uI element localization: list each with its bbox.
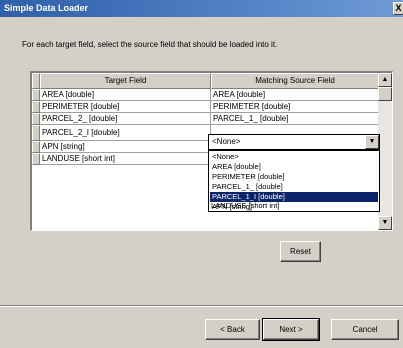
window-title: Simple Data Loader [4, 3, 89, 13]
row-selector[interactable] [32, 113, 40, 125]
scroll-thumb[interactable] [378, 87, 392, 101]
cancel-button[interactable]: Cancel [331, 319, 399, 340]
dropdown-option[interactable]: PERIMETER [double] [210, 172, 378, 182]
triangle-up-icon: ▲ [381, 76, 389, 83]
header-corner [32, 73, 40, 89]
dropdown-option[interactable]: PARCEL_1_ [double] [210, 182, 378, 192]
row-selector[interactable] [32, 89, 40, 101]
scroll-down-button[interactable]: ▼ [378, 216, 392, 230]
target-field-cell[interactable]: PERIMETER [double] [40, 101, 211, 113]
dropdown-option[interactable]: <None> [210, 152, 378, 162]
target-field-cell[interactable]: APN [string] [40, 141, 211, 153]
row-selector[interactable] [32, 125, 40, 141]
row-selector[interactable] [32, 141, 40, 153]
combo-dropdown-button[interactable]: ▼ [365, 135, 379, 149]
target-field-cell[interactable]: PARCEL_2_I [double] [40, 125, 211, 141]
source-field-combo[interactable]: <None> ▼ [208, 134, 380, 150]
dropdown-option[interactable]: LANDUSE [short int] [209, 201, 377, 211]
instruction-text: For each target field, select the source… [22, 40, 278, 49]
close-icon: X [395, 3, 402, 13]
target-field-cell[interactable]: PARCEL_2_ [double] [40, 113, 211, 125]
scroll-up-button[interactable]: ▲ [378, 73, 392, 87]
column-header-source[interactable]: Matching Source Field [211, 73, 379, 89]
target-field-cell[interactable]: AREA [double] [40, 89, 211, 101]
separator [0, 305, 403, 307]
triangle-down-icon: ▼ [368, 138, 376, 145]
next-button[interactable]: Next > [262, 318, 320, 341]
combo-value: <None> [212, 137, 241, 146]
close-button[interactable]: X [393, 2, 403, 15]
source-field-cell[interactable]: AREA [double] [211, 89, 379, 101]
column-header-target[interactable]: Target Field [40, 73, 211, 89]
grid-scrollbar[interactable]: ▲ ▼ [378, 73, 392, 230]
window-titlebar: Simple Data Loader X [0, 0, 403, 17]
source-field-cell[interactable]: PERIMETER [double] [211, 101, 379, 113]
source-field-cell[interactable]: PARCEL_1_ [double] [211, 113, 379, 125]
triangle-down-icon: ▼ [381, 219, 389, 226]
dropdown-option[interactable]: AREA [double] [210, 162, 378, 172]
target-field-cell[interactable]: LANDUSE [short int] [40, 153, 211, 165]
row-selector[interactable] [32, 101, 40, 113]
row-selector[interactable] [32, 153, 40, 165]
reset-button[interactable]: Reset [280, 241, 321, 262]
back-button[interactable]: < Back [205, 319, 260, 340]
